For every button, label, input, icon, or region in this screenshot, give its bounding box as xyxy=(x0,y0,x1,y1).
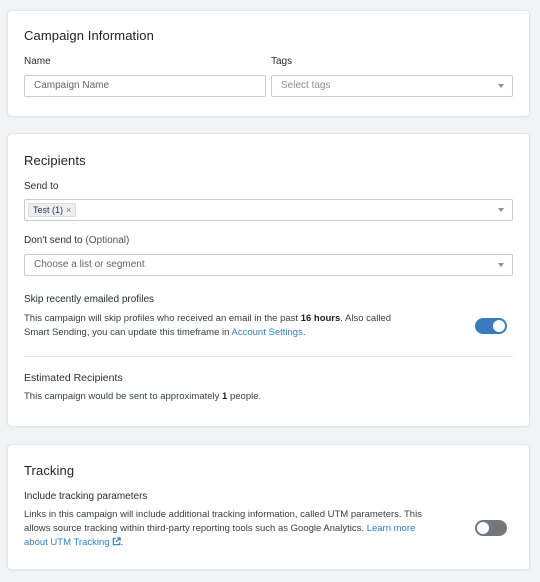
dont-send-placeholder: Choose a list or segment xyxy=(34,259,145,270)
estimated-text-1: This campaign would be sent to approxima… xyxy=(24,391,223,402)
tracking-line-2: allows source tracking within third-part… xyxy=(24,523,367,534)
tracking-line-1: Links in this campaign will include addi… xyxy=(24,509,422,520)
chevron-down-icon xyxy=(498,263,504,267)
chevron-down-icon xyxy=(498,208,504,212)
tracking-card: Tracking Include tracking parameters Lin… xyxy=(7,444,530,570)
send-to-label: Send to xyxy=(24,181,59,192)
learn-more-link[interactable]: Learn more xyxy=(367,523,416,534)
skip-hours: 16 hours xyxy=(300,313,341,324)
toggle-knob xyxy=(477,522,489,534)
campaign-name-input[interactable]: Campaign Name xyxy=(24,75,266,97)
skip-text-2: . Also called xyxy=(340,313,391,324)
tracking-line-end: . xyxy=(120,537,124,548)
smart-sending-toggle[interactable] xyxy=(475,318,507,334)
close-icon[interactable]: × xyxy=(66,203,71,217)
skip-text-1: This campaign will skip profiles who rec… xyxy=(24,313,301,324)
divider xyxy=(24,356,513,357)
campaign-information-card: Campaign Information Name Campaign Name … xyxy=(7,10,530,117)
tracking-title: Tracking xyxy=(24,463,75,478)
external-link-icon[interactable] xyxy=(112,537,121,546)
tags-label: Tags xyxy=(271,56,293,67)
send-to-chip-label: Test (1) xyxy=(33,205,64,215)
campaign-information-title: Campaign Information xyxy=(24,28,154,43)
dont-send-select[interactable]: Choose a list or segment xyxy=(24,254,513,276)
name-label: Name xyxy=(24,56,51,67)
tags-select[interactable]: Select tags xyxy=(271,75,513,97)
send-to-chip: Test (1) × xyxy=(28,203,77,217)
estimated-recipients-text: This campaign would be sent to approxima… xyxy=(24,390,261,404)
skip-profiles-title: Skip recently emailed profiles xyxy=(24,294,155,305)
tracking-description: Links in this campaign will include addi… xyxy=(24,508,464,550)
tracking-toggle[interactable] xyxy=(475,520,507,536)
skip-text-4: . xyxy=(302,327,306,338)
recipients-card: Recipients Send to Test (1) × Don't send… xyxy=(7,133,530,427)
account-settings-link[interactable]: Account Settings xyxy=(232,327,303,338)
utm-tracking-link[interactable]: about UTM Tracking xyxy=(24,537,110,548)
toggle-knob xyxy=(493,320,505,332)
estimated-text-2: people. xyxy=(227,391,262,402)
dont-send-label: Don't send to (Optional) xyxy=(24,235,129,246)
skip-profiles-description: This campaign will skip profiles who rec… xyxy=(24,312,424,340)
dont-send-optional: (Optional) xyxy=(85,235,130,246)
recipients-title: Recipients xyxy=(24,153,86,168)
tags-placeholder: Select tags xyxy=(281,80,331,91)
chevron-down-icon xyxy=(498,84,504,88)
send-to-select[interactable]: Test (1) × xyxy=(24,199,513,221)
include-tracking-title: Include tracking parameters xyxy=(24,491,148,502)
estimated-recipients-title: Estimated Recipients xyxy=(24,372,123,384)
skip-text-3: Smart Sending, you can update this timef… xyxy=(24,327,232,338)
campaign-name-placeholder: Campaign Name xyxy=(34,80,110,91)
dont-send-label-text: Don't send to xyxy=(24,235,83,246)
